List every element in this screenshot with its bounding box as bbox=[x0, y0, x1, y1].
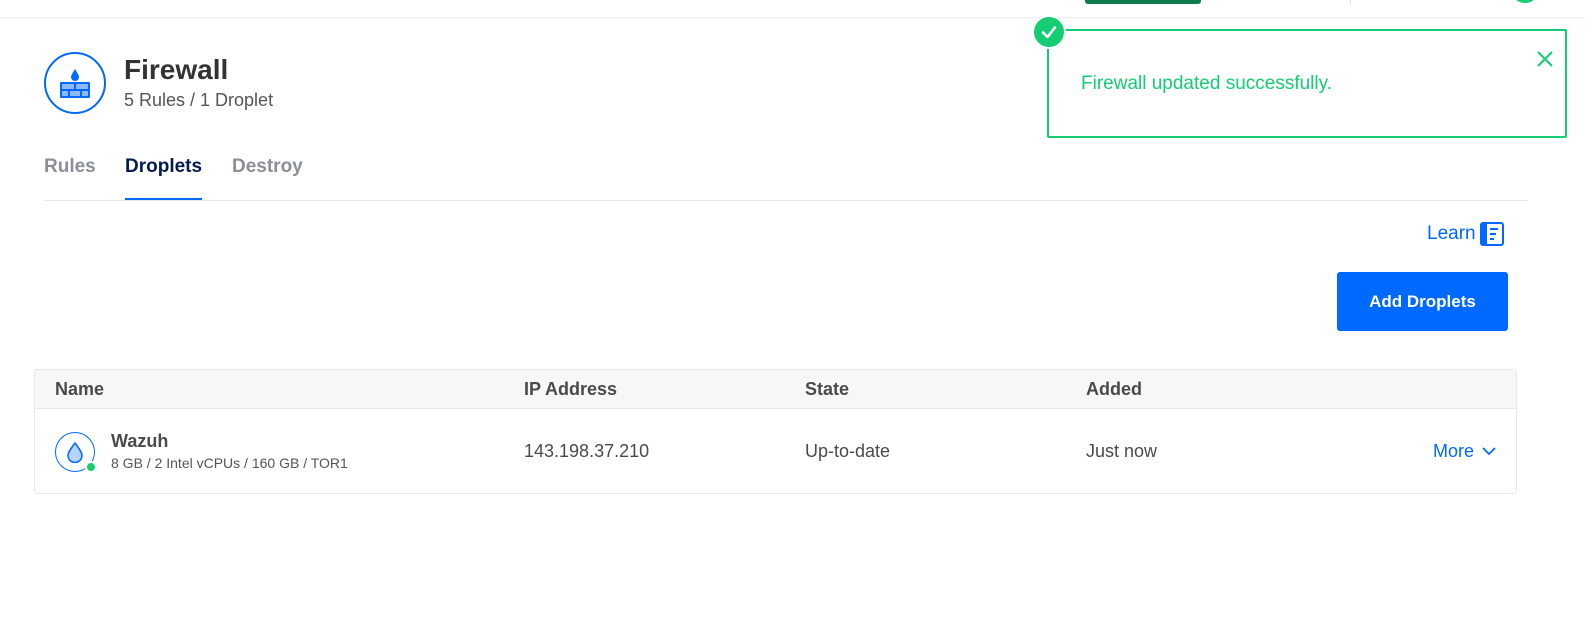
toast-message: Firewall updated successfully. bbox=[1081, 73, 1332, 94]
droplet-name-link[interactable]: Wazuh bbox=[111, 431, 168, 452]
chevron-down-icon bbox=[1482, 447, 1496, 456]
learn-link[interactable]: Learn bbox=[1427, 222, 1504, 246]
droplet-specs: 8 GB / 2 Intel vCPUs / 160 GB / TOR1 bbox=[111, 455, 348, 471]
page-subtitle: 5 Rules / 1 Droplet bbox=[124, 90, 274, 110]
check-icon bbox=[1032, 15, 1066, 49]
tab-droplets[interactable]: Droplets bbox=[125, 156, 203, 200]
online-status-icon bbox=[85, 461, 97, 473]
table-header: Name IP Address State Added bbox=[35, 370, 1516, 409]
tab-destroy[interactable]: Destroy bbox=[232, 156, 303, 200]
learn-label: Learn bbox=[1427, 223, 1476, 244]
navbar-divider bbox=[1350, 0, 1351, 4]
column-header-ip: IP Address bbox=[524, 379, 618, 399]
droplets-table: Name IP Address State Added Wazuh 8 GB /… bbox=[34, 369, 1517, 494]
title-block: Firewall 5 Rules / 1 Droplet bbox=[124, 53, 273, 113]
success-toast: Firewall updated successfully. bbox=[1047, 29, 1567, 138]
droplet-state: Up-to-date bbox=[805, 441, 891, 461]
tab-rules[interactable]: Rules bbox=[44, 156, 96, 200]
add-droplets-button[interactable]: Add Droplets bbox=[1337, 272, 1508, 331]
page-title: Firewall bbox=[124, 54, 229, 85]
firewall-icon bbox=[44, 52, 106, 114]
top-navbar bbox=[0, 0, 1585, 18]
column-header-state: State bbox=[805, 379, 850, 399]
account-status-icon[interactable] bbox=[1515, 0, 1535, 3]
more-dropdown[interactable]: More bbox=[1433, 441, 1496, 462]
droplet-added: Just now bbox=[1086, 441, 1158, 461]
more-label: More bbox=[1433, 441, 1475, 461]
column-header-added: Added bbox=[1086, 379, 1142, 399]
close-icon[interactable] bbox=[1535, 49, 1555, 69]
droplet-icon bbox=[55, 432, 97, 473]
tab-bar: Rules Droplets Destroy bbox=[44, 150, 1528, 201]
create-button[interactable] bbox=[1085, 0, 1201, 4]
droplet-ip: 143.198.37.210 bbox=[524, 441, 650, 461]
table-row: Wazuh 8 GB / 2 Intel vCPUs / 160 GB / TO… bbox=[35, 409, 1516, 494]
column-header-name: Name bbox=[55, 379, 105, 399]
document-icon bbox=[1479, 222, 1504, 246]
page-header: Firewall 5 Rules / 1 Droplet bbox=[44, 52, 273, 114]
